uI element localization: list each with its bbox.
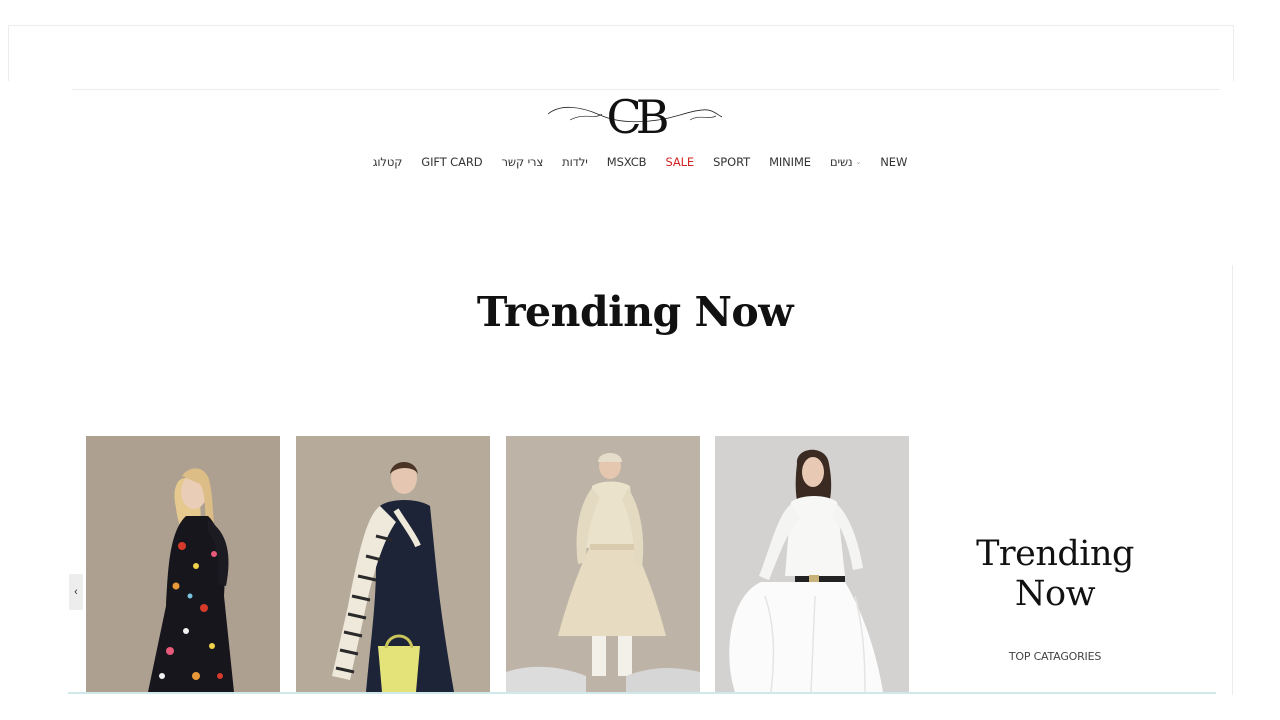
product-card[interactable] — [296, 436, 490, 692]
nav-item-women[interactable]: נשים ⌄ — [830, 155, 861, 169]
nav-item-label: MSXCB — [606, 155, 647, 169]
nav-item-label: NEW — [880, 155, 908, 169]
side-title: Trending Now — [976, 534, 1134, 614]
product-image — [506, 436, 700, 692]
top-frame — [8, 25, 1234, 81]
chevron-down-icon: ⌄ — [855, 158, 862, 166]
nav-item-contact[interactable]: צרי קשר — [502, 155, 544, 169]
brand-logo[interactable]: CB — [540, 90, 730, 144]
product-image — [296, 436, 490, 692]
chevron-left-icon: ‹ — [74, 586, 78, 598]
carousel-progress-line — [68, 692, 1216, 694]
nav-item-msxcb[interactable]: MSXCB — [607, 155, 647, 169]
nav-item-new[interactable]: NEW — [880, 155, 907, 169]
nav-item-minime[interactable]: MINIME — [769, 155, 811, 169]
nav-item-label: נשים — [829, 155, 853, 169]
top-categories-link[interactable]: TOP CATAGORIES — [940, 650, 1170, 663]
nav-item-sport[interactable]: SPORT — [713, 155, 750, 169]
svg-text:CB: CB — [607, 90, 667, 140]
product-image — [86, 436, 280, 692]
nav-item-catalog[interactable]: קטלוג — [373, 155, 403, 169]
nav-item-label: MINIME — [769, 155, 811, 169]
product-card[interactable] — [715, 436, 909, 692]
nav-item-label: קטלוג — [372, 155, 403, 169]
nav-item-label: SPORT — [713, 155, 751, 169]
section-heading: Trending Now — [476, 288, 794, 336]
main-nav: NEW נשים ⌄ MINIME SPORT SALE MSXCB ילדות … — [370, 152, 910, 172]
product-card[interactable] — [506, 436, 700, 692]
nav-item-sale[interactable]: SALE — [665, 155, 694, 169]
nav-item-gift-card[interactable]: GIFT CARD — [421, 155, 482, 169]
nav-item-label: צרי קשר — [501, 155, 544, 169]
nav-item-label: GIFT CARD — [421, 155, 483, 169]
nav-item-label: SALE — [665, 155, 695, 169]
nav-item-girls[interactable]: ילדות — [562, 155, 588, 169]
product-image — [715, 436, 909, 692]
nav-item-label: ילדות — [562, 155, 588, 169]
carousel-prev-button[interactable]: ‹ — [69, 574, 83, 610]
product-card[interactable] — [86, 436, 280, 692]
